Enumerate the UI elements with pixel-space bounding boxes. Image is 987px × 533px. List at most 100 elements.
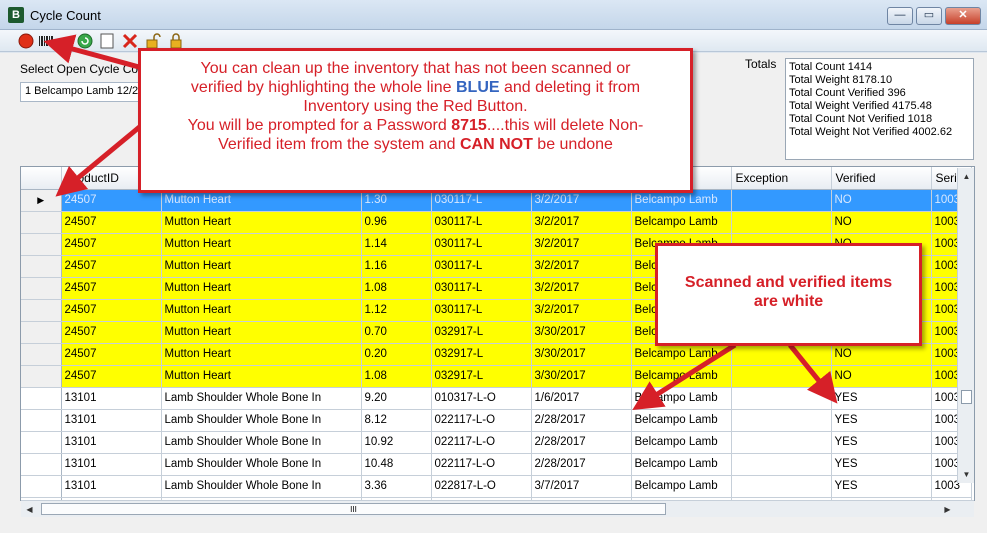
- row-header[interactable]: [21, 343, 62, 366]
- table-cell[interactable]: Belcampo Lamb: [631, 211, 732, 234]
- table-cell[interactable]: [731, 343, 832, 366]
- table-cell[interactable]: 030117-L: [431, 211, 532, 234]
- column-header[interactable]: Verified: [831, 167, 932, 190]
- table-cell[interactable]: 13101: [61, 475, 162, 498]
- table-cell[interactable]: 8.12: [361, 409, 432, 432]
- table-cell[interactable]: 3/30/2017: [531, 321, 632, 344]
- table-cell[interactable]: 24507: [61, 211, 162, 234]
- table-row[interactable]: 24507 Mutton Heart 0.20 032917-L 3/30/2017 Be…: [21, 343, 972, 366]
- table-cell[interactable]: 3.36: [361, 475, 432, 498]
- table-cell[interactable]: 022817-L-O: [431, 475, 532, 498]
- scroll-down-icon[interactable]: ▼: [958, 466, 975, 483]
- table-cell[interactable]: 032917-L: [431, 343, 532, 366]
- table-cell[interactable]: [731, 211, 832, 234]
- table-cell[interactable]: 13101: [61, 387, 162, 410]
- scan-button[interactable]: [38, 33, 56, 49]
- minimize-button[interactable]: —: [887, 7, 913, 25]
- table-cell[interactable]: Belcampo Lamb: [631, 387, 732, 410]
- row-header[interactable]: [21, 387, 62, 410]
- close-button[interactable]: ✕: [945, 7, 981, 25]
- row-header[interactable]: [21, 211, 62, 234]
- table-cell[interactable]: NO: [831, 189, 932, 212]
- table-cell[interactable]: Mutton Heart: [161, 277, 362, 300]
- table-cell[interactable]: 24507: [61, 277, 162, 300]
- table-cell[interactable]: 0.20: [361, 343, 432, 366]
- row-header[interactable]: [21, 453, 62, 476]
- table-cell[interactable]: YES: [831, 453, 932, 476]
- table-cell[interactable]: [731, 365, 832, 388]
- table-cell[interactable]: 3/2/2017: [531, 233, 632, 256]
- table-cell[interactable]: 3/2/2017: [531, 255, 632, 278]
- table-cell[interactable]: 3/30/2017: [531, 365, 632, 388]
- table-cell[interactable]: [731, 453, 832, 476]
- table-cell[interactable]: 1/6/2017: [531, 387, 632, 410]
- table-cell[interactable]: 3/2/2017: [531, 211, 632, 234]
- table-cell[interactable]: 0.70: [361, 321, 432, 344]
- scroll-right-icon[interactable]: ▶: [939, 501, 956, 518]
- table-cell[interactable]: 2/28/2017: [531, 453, 632, 476]
- table-cell[interactable]: 24507: [61, 233, 162, 256]
- table-cell[interactable]: Mutton Heart: [161, 211, 362, 234]
- table-cell[interactable]: Belcampo Lamb: [631, 365, 732, 388]
- table-cell[interactable]: [731, 189, 832, 212]
- table-row[interactable]: 13101 Lamb Shoulder Whole Bone In 10.92 022…: [21, 431, 972, 454]
- table-row[interactable]: 13101 Lamb Shoulder Whole Bone In 9.20 0103…: [21, 387, 972, 410]
- table-cell[interactable]: 1.08: [361, 365, 432, 388]
- table-cell[interactable]: 24507: [61, 299, 162, 322]
- table-cell[interactable]: 030117-L: [431, 233, 532, 256]
- table-cell[interactable]: YES: [831, 409, 932, 432]
- table-cell[interactable]: NO: [831, 211, 932, 234]
- scroll-thumb[interactable]: [961, 390, 972, 404]
- table-cell[interactable]: 24507: [61, 343, 162, 366]
- table-row[interactable]: 13101 Lamb Shoulder Whole Bone In 10.48 022…: [21, 453, 972, 476]
- row-header[interactable]: [21, 431, 62, 454]
- table-cell[interactable]: 3/2/2017: [531, 277, 632, 300]
- new-button[interactable]: [99, 33, 115, 49]
- table-cell[interactable]: Belcampo Lamb: [631, 343, 732, 366]
- table-cell[interactable]: Belcampo Lamb: [631, 409, 732, 432]
- table-cell[interactable]: 022117-L-O: [431, 431, 532, 454]
- table-cell[interactable]: 24507: [61, 365, 162, 388]
- table-cell[interactable]: YES: [831, 387, 932, 410]
- table-cell[interactable]: 13101: [61, 409, 162, 432]
- table-cell[interactable]: Mutton Heart: [161, 299, 362, 322]
- table-cell[interactable]: 022117-L-O: [431, 409, 532, 432]
- table-cell[interactable]: 010317-L-O: [431, 387, 532, 410]
- table-cell[interactable]: Belcampo Lamb: [631, 431, 732, 454]
- horizontal-scrollbar[interactable]: ◀ III ▶: [21, 500, 974, 517]
- table-cell[interactable]: NO: [831, 343, 932, 366]
- table-cell[interactable]: [731, 475, 832, 498]
- table-cell[interactable]: 030117-L: [431, 299, 532, 322]
- table-cell[interactable]: 1.08: [361, 277, 432, 300]
- table-cell[interactable]: 3/2/2017: [531, 299, 632, 322]
- table-cell[interactable]: 1.16: [361, 255, 432, 278]
- table-cell[interactable]: 1.12: [361, 299, 432, 322]
- table-cell[interactable]: 10.48: [361, 453, 432, 476]
- table-cell[interactable]: Belcampo Lamb: [631, 475, 732, 498]
- table-cell[interactable]: YES: [831, 475, 932, 498]
- table-cell[interactable]: Mutton Heart: [161, 233, 362, 256]
- table-cell[interactable]: 032917-L: [431, 321, 532, 344]
- table-row[interactable]: 24507 Mutton Heart 0.96 030117-L 3/2/2017 Bel…: [21, 211, 972, 234]
- scroll-up-icon[interactable]: ▲: [958, 168, 975, 185]
- table-cell[interactable]: 10.92: [361, 431, 432, 454]
- table-cell[interactable]: Lamb Shoulder Whole Bone In: [161, 453, 362, 476]
- table-cell[interactable]: YES: [831, 431, 932, 454]
- table-cell[interactable]: 13101: [61, 453, 162, 476]
- maximize-button[interactable]: ▭: [916, 7, 942, 25]
- unlock-button[interactable]: [145, 33, 161, 49]
- table-cell[interactable]: 2/28/2017: [531, 409, 632, 432]
- hscroll-thumb[interactable]: III: [41, 503, 666, 515]
- table-cell[interactable]: Lamb Shoulder Whole Bone In: [161, 409, 362, 432]
- table-row[interactable]: 13101 Lamb Shoulder Whole Bone In 3.36 0228…: [21, 475, 972, 498]
- row-header[interactable]: [21, 475, 62, 498]
- table-cell[interactable]: Mutton Heart: [161, 321, 362, 344]
- table-cell[interactable]: 030117-L: [431, 255, 532, 278]
- table-cell[interactable]: Mutton Heart: [161, 365, 362, 388]
- refresh-button[interactable]: [77, 33, 93, 49]
- table-cell[interactable]: Mutton Heart: [161, 255, 362, 278]
- table-cell[interactable]: 24507: [61, 255, 162, 278]
- table-cell[interactable]: 13101: [61, 431, 162, 454]
- grid-corner[interactable]: [21, 167, 62, 190]
- delete-button[interactable]: [122, 33, 138, 49]
